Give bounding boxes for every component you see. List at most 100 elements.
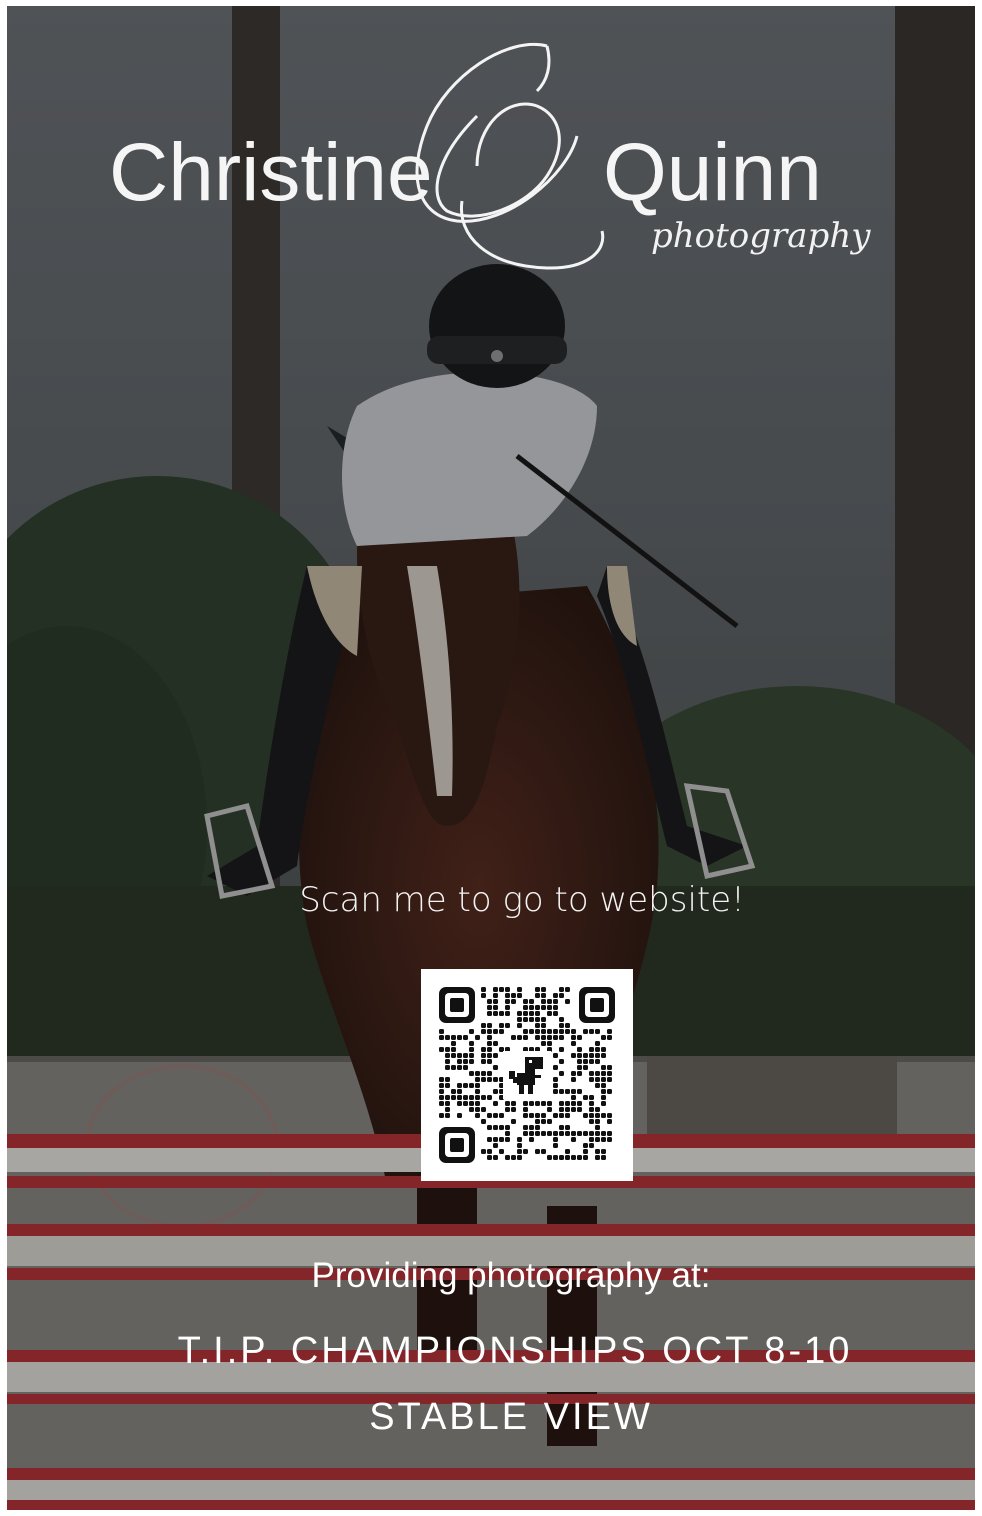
qr-module xyxy=(583,1053,588,1058)
qr-module xyxy=(553,1137,558,1142)
qr-module xyxy=(535,1005,540,1010)
qr-module xyxy=(541,1017,546,1022)
qr-module xyxy=(541,999,546,1004)
qr-module xyxy=(499,1011,504,1016)
qr-module xyxy=(571,1053,576,1058)
qr-module xyxy=(505,1023,510,1028)
qr-module xyxy=(523,1113,528,1118)
qr-module xyxy=(439,1083,444,1088)
qr-module xyxy=(529,1125,534,1130)
qr-module xyxy=(571,1101,576,1106)
qr-module xyxy=(439,1077,444,1082)
qr-module xyxy=(487,1059,492,1064)
qr-module xyxy=(541,987,546,992)
qr-module xyxy=(439,1101,444,1106)
qr-module xyxy=(595,1029,600,1034)
qr-module xyxy=(475,1071,480,1076)
qr-module xyxy=(469,1101,474,1106)
qr-module xyxy=(541,1101,546,1106)
qr-module xyxy=(505,993,510,998)
qr-module xyxy=(553,1155,558,1160)
qr-finder-top-right xyxy=(579,987,615,1023)
qr-module xyxy=(595,1149,600,1154)
qr-module xyxy=(505,999,510,1004)
qr-module xyxy=(523,1101,528,1106)
qr-module xyxy=(523,1107,528,1112)
qr-module xyxy=(517,1011,522,1016)
qr-module xyxy=(595,1083,600,1088)
qr-module xyxy=(457,1083,462,1088)
qr-module xyxy=(481,1029,486,1034)
qr-module xyxy=(463,1083,468,1088)
qr-module xyxy=(487,1071,492,1076)
qr-module xyxy=(577,1059,582,1064)
qr-code[interactable] xyxy=(421,969,633,1181)
qr-module xyxy=(439,1113,444,1118)
qr-module xyxy=(529,999,534,1004)
qr-module xyxy=(451,1041,456,1046)
qr-module xyxy=(565,1023,570,1028)
qr-module xyxy=(499,1029,504,1034)
qr-module xyxy=(535,1101,540,1106)
qr-module xyxy=(505,1107,510,1112)
qr-module xyxy=(499,987,504,992)
qr-module xyxy=(487,1041,492,1046)
qr-module xyxy=(517,1143,522,1148)
qr-module xyxy=(529,1005,534,1010)
qr-module xyxy=(571,1131,576,1136)
qr-module xyxy=(547,1035,552,1040)
qr-module xyxy=(559,1131,564,1136)
qr-module xyxy=(589,1101,594,1106)
qr-module xyxy=(589,1071,594,1076)
qr-module xyxy=(595,1125,600,1130)
qr-module xyxy=(607,1119,612,1124)
qr-module xyxy=(601,1155,606,1160)
qr-module xyxy=(475,1089,480,1094)
qr-module xyxy=(583,1113,588,1118)
qr-module xyxy=(601,1137,606,1142)
qr-module xyxy=(595,1059,600,1064)
qr-module xyxy=(469,1029,474,1034)
event-venue: STABLE VIEW xyxy=(369,1396,653,1438)
qr-module xyxy=(493,1011,498,1016)
qr-module xyxy=(601,1131,606,1136)
event-name: T.I.P. CHAMPIONSHIPS OCT 8-10 xyxy=(177,1330,853,1372)
qr-module xyxy=(553,1005,558,1010)
qr-module xyxy=(541,993,546,998)
qr-module xyxy=(547,1101,552,1106)
qr-module xyxy=(487,1005,492,1010)
qr-module xyxy=(553,1011,558,1016)
qr-module xyxy=(589,1107,594,1112)
qr-module xyxy=(451,1095,456,1100)
qr-module xyxy=(565,1107,570,1112)
qr-module xyxy=(439,1029,444,1034)
qr-module xyxy=(445,1095,450,1100)
qr-module xyxy=(565,999,570,1004)
qr-module xyxy=(583,1131,588,1136)
qr-module xyxy=(481,1149,486,1154)
qr-module xyxy=(439,1047,444,1052)
qr-module xyxy=(517,987,522,992)
qr-module xyxy=(499,1125,504,1130)
qr-module xyxy=(559,1071,564,1076)
qr-module xyxy=(445,1035,450,1040)
qr-module xyxy=(577,1131,582,1136)
qr-module xyxy=(469,1059,474,1064)
qr-module xyxy=(577,1053,582,1058)
qr-module xyxy=(445,1059,450,1064)
qr-module xyxy=(601,1113,606,1118)
qr-module xyxy=(607,1137,612,1142)
qr-module xyxy=(469,1107,474,1112)
qr-module xyxy=(493,1155,498,1160)
qr-module xyxy=(481,1053,486,1058)
qr-module xyxy=(553,1053,558,1058)
qr-module xyxy=(553,1029,558,1034)
qr-module xyxy=(541,1113,546,1118)
qr-module xyxy=(487,1047,492,1052)
qr-module xyxy=(487,1113,492,1118)
qr-module xyxy=(553,1083,558,1088)
qr-module xyxy=(523,1125,528,1130)
qr-module xyxy=(565,1101,570,1106)
qr-module xyxy=(565,1125,570,1130)
qr-module xyxy=(559,1101,564,1106)
